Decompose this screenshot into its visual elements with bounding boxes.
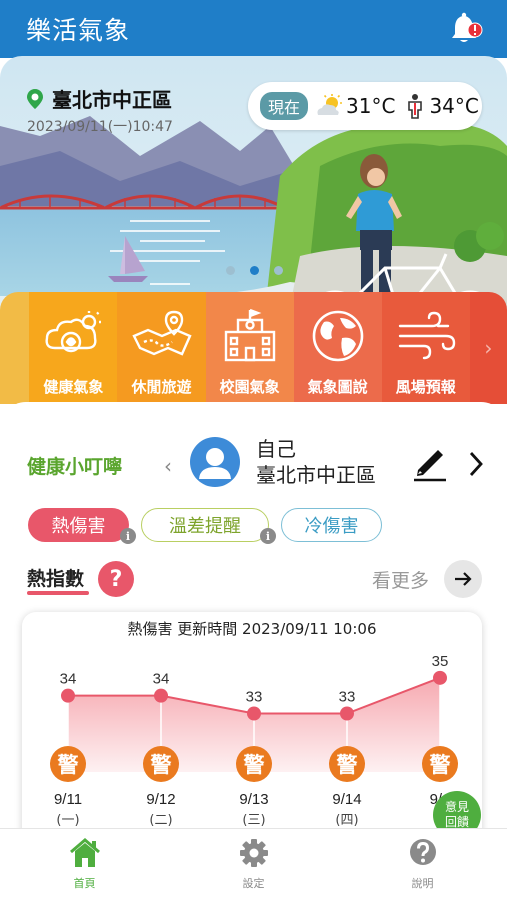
tab-cold-injury[interactable]: 冷傷害 <box>281 508 382 542</box>
heat-index-chart: 34 警 9/11 (一) 34 警 9/12 (二) 33 警 9/13 (三) 33 警 9/14 (四)… <box>50 653 458 828</box>
tab-temperature-difference[interactable]: 溫差提醒 <box>141 508 269 542</box>
chart-value-label: 34 <box>153 671 170 688</box>
top-bar: 樂活氣象 <box>0 0 507 58</box>
warning-badge-label: 警 <box>150 753 172 777</box>
nav-settings[interactable]: 設定 <box>169 829 338 900</box>
nav-label-help: 說明 <box>411 877 434 890</box>
info-icon[interactable]: i <box>260 528 276 544</box>
now-badge: 現在 <box>260 92 309 120</box>
category-wind[interactable]: 風場預報 <box>381 292 470 404</box>
health-tips-title: 健康小叮嚀 <box>27 456 123 478</box>
chart-weekday-label: (四) <box>335 813 358 828</box>
info-icon[interactable]: i <box>120 528 136 544</box>
arrow-right-icon[interactable] <box>444 560 482 598</box>
category-weather-map[interactable]: 氣象圖說 <box>293 292 382 404</box>
help-question-icon[interactable]: ? <box>98 561 134 597</box>
chart-x-label: 9/11 <box>54 791 82 808</box>
chart-weekday-label: (二) <box>149 813 172 828</box>
chart-point <box>340 706 354 721</box>
nav-help[interactable]: 說明 <box>338 829 507 900</box>
category-scroll-right[interactable]: › <box>469 292 507 404</box>
warning-badge-label: 警 <box>429 753 451 777</box>
current-weather-pill[interactable]: 現在 31°C 34°C <box>248 82 482 130</box>
chart-x-label: 9/12 <box>146 791 175 808</box>
heat-index-underline <box>27 591 89 595</box>
chart-value-label: 35 <box>432 653 449 670</box>
warning-badge-label: 警 <box>336 753 358 777</box>
category-label: 風場預報 <box>395 378 456 396</box>
chart-point <box>433 670 447 685</box>
category-strip-left-edge <box>0 292 30 404</box>
see-more-link[interactable]: 看更多 <box>372 566 429 593</box>
globe-icon <box>312 310 363 362</box>
nav-label-home: 首頁 <box>73 877 96 890</box>
carousel-dot-active[interactable] <box>250 266 259 275</box>
app-title: 樂活氣象 <box>26 16 131 45</box>
chart-point <box>61 688 75 703</box>
category-label: 校園氣象 <box>219 378 280 396</box>
heat-index-title: 熱指數 <box>27 568 85 590</box>
partly-cloudy-icon <box>317 94 343 115</box>
notification-bell-icon[interactable] <box>449 10 483 46</box>
feedback-label-line1: 意見 <box>444 800 469 814</box>
category-label: 健康氣象 <box>43 378 104 396</box>
user-avatar-icon[interactable] <box>190 437 240 487</box>
edit-pencil-icon[interactable] <box>410 442 450 482</box>
location-row[interactable]: 臺北市中正區 <box>26 84 172 113</box>
category-school[interactable]: 校園氣象 <box>205 292 294 404</box>
gear-icon <box>239 839 268 867</box>
carousel-indicator <box>226 266 283 275</box>
chevron-right-icon[interactable] <box>466 450 486 478</box>
chart-value-label: 33 <box>246 689 263 706</box>
category-travel[interactable]: 休閒旅遊 <box>117 292 206 404</box>
chart-point <box>247 706 261 721</box>
carousel-dot[interactable] <box>226 266 235 275</box>
feels-like-person-icon <box>408 94 423 119</box>
bottom-navigation: 首頁 設定 說明 <box>0 828 507 900</box>
nav-home[interactable]: 首頁 <box>0 829 169 900</box>
category-health[interactable]: 健康氣象 <box>29 292 118 404</box>
feels-like-temperature: 34°C <box>429 94 479 118</box>
user-profile[interactable]: 自己 臺北市中正區 <box>256 436 376 488</box>
chevron-right-icon: › <box>484 336 493 360</box>
nav-label-settings: 設定 <box>242 877 265 890</box>
warning-badge-label: 警 <box>57 753 79 777</box>
category-label: 休閒旅遊 <box>131 378 192 396</box>
location-name: 臺北市中正區 <box>52 88 172 112</box>
chart-x-label: 9/13 <box>239 791 268 808</box>
chart-weekday-label: (三) <box>242 813 265 828</box>
travel-map-icon <box>131 310 192 356</box>
home-icon <box>69 838 100 867</box>
health-card: 健康小叮嚀 ‹ 自己 臺北市中正區 熱傷害 i 溫差提醒 i 冷傷害 熱指數 ?… <box>0 402 507 852</box>
chevron-left-icon[interactable]: ‹ <box>164 454 172 478</box>
app-root: 樂活氣象 臺北市中正區 2023/09/11(一)10:47 現在 31°C 3… <box>0 0 507 900</box>
category-strip: 健康氣象 休閒旅遊 校園氣象 氣象圖說 風場預報 › <box>0 292 507 404</box>
heat-index-chart-card: 熱傷害 更新時間 2023/09/11 10:06 34 警 9/11 (一) 34 警 9… <box>22 612 482 852</box>
wind-icon <box>398 311 455 360</box>
location-pin-icon <box>27 88 43 109</box>
school-icon <box>224 308 275 362</box>
carousel-dot[interactable] <box>274 266 283 275</box>
chart-value-label: 34 <box>60 671 77 688</box>
health-icon <box>45 311 102 353</box>
chart-point <box>154 688 168 703</box>
warning-badge-label: 警 <box>243 753 265 777</box>
chart-value-label: 33 <box>339 689 356 706</box>
user-name: 自己 <box>256 437 296 461</box>
category-label: 氣象圖說 <box>307 378 368 396</box>
chart-weekday-label: (一) <box>56 813 79 828</box>
question-circle-icon <box>409 839 436 865</box>
temperature-value: 31°C <box>346 94 396 118</box>
user-location: 臺北市中正區 <box>256 463 376 487</box>
observation-datetime: 2023/09/11(一)10:47 <box>27 119 173 135</box>
chart-x-label: 9/14 <box>332 791 361 808</box>
tab-heat-injury[interactable]: 熱傷害 <box>28 508 129 542</box>
